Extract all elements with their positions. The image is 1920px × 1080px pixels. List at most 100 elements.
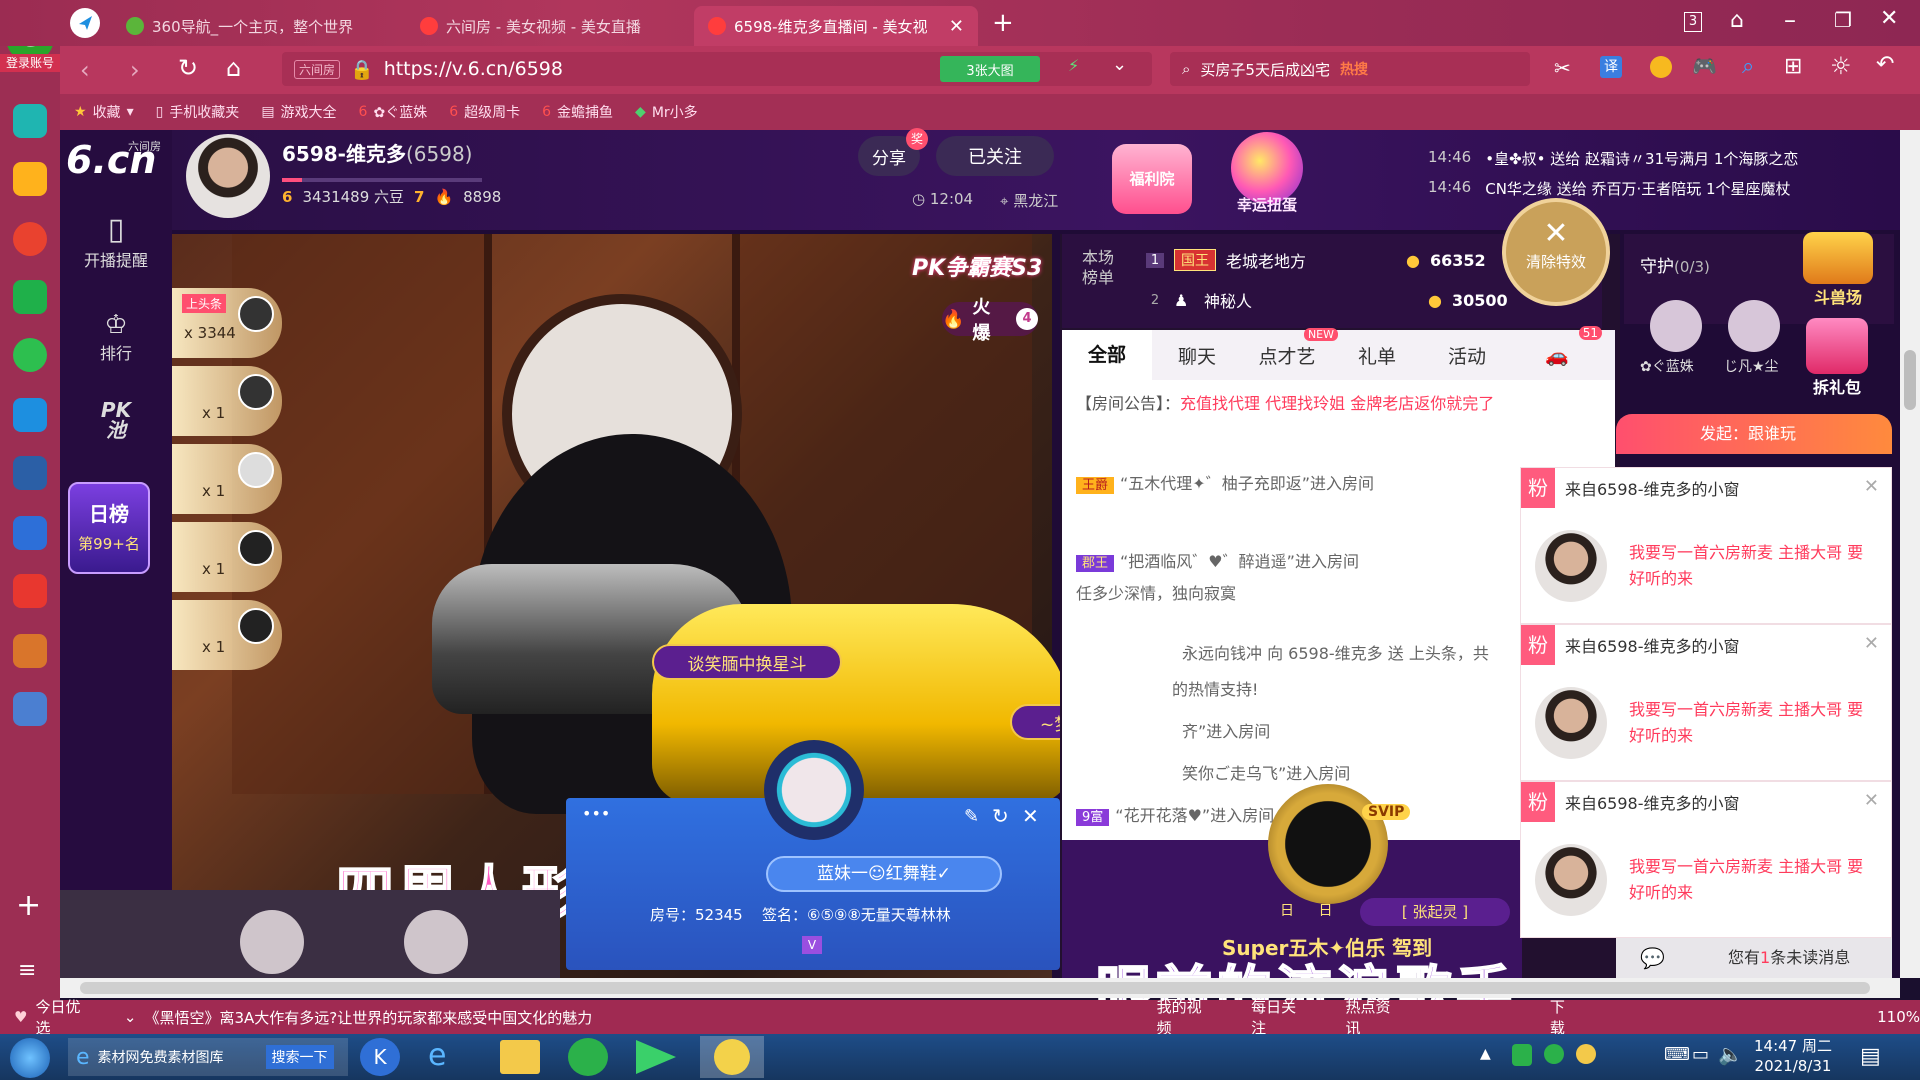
avatar[interactable] (240, 910, 304, 974)
player-icon[interactable] (636, 1040, 676, 1074)
close-tab-icon[interactable]: ✕ (949, 16, 964, 37)
guard-title[interactable]: 守护(0/3) (1640, 252, 1710, 277)
menu-icon[interactable]: ≡ (18, 958, 36, 983)
gifter-avatar[interactable] (238, 530, 274, 566)
avatar[interactable] (1650, 300, 1702, 352)
close-window-icon[interactable]: ✕ (1880, 6, 1898, 31)
refresh-icon[interactable]: ↻ (178, 54, 198, 82)
launch-bar[interactable]: 发起：跟谁玩 (1616, 414, 1892, 454)
red-app-icon[interactable] (13, 574, 47, 608)
clear-effects-button[interactable]: ✕ 清除特效 (1502, 198, 1610, 306)
mail-icon[interactable] (13, 280, 47, 314)
ranking-row[interactable]: 2 ♟ 神秘人 ● 30500 (1146, 288, 1508, 312)
unread-bar[interactable]: 💬 您有1条未读消息 (1616, 938, 1892, 978)
taskbar-item[interactable]: e 素材网免费素材图库 搜索一下 (68, 1038, 348, 1076)
plus-app-icon[interactable] (13, 104, 47, 138)
scroll-thumb[interactable] (80, 982, 1870, 994)
gifter-avatar[interactable] (238, 296, 274, 332)
private-message-card[interactable]: 粉来自6598-维克多的小窗 ✕ 我要写一首六房新麦 主播大哥 要好听的来 (1520, 467, 1892, 624)
translate-icon[interactable]: 译 (1600, 56, 1622, 78)
nav-pk-pool[interactable]: PK池 (60, 400, 172, 440)
daily-rank-badge[interactable]: 日榜 第99+名 (68, 482, 150, 574)
hot-badge[interactable]: 🔥 火爆 4 (942, 297, 1038, 344)
tray-360-icon[interactable] (1544, 1044, 1564, 1064)
p-app-icon[interactable] (13, 398, 47, 432)
magnifier-icon[interactable]: ⌕ (1742, 54, 1754, 79)
gifter-avatar[interactable] (238, 374, 274, 410)
360-browser-icon[interactable] (568, 1038, 608, 1076)
gifter-avatar[interactable] (238, 452, 274, 488)
volume-icon[interactable]: 🔈 (1718, 1042, 1743, 1066)
forward-icon[interactable]: › (130, 56, 140, 84)
share-button[interactable]: 分享 奖 (858, 128, 928, 176)
character-app-icon[interactable] (13, 634, 47, 668)
edit-icon[interactable]: ✎ (964, 806, 979, 827)
ie-icon[interactable]: e (428, 1038, 446, 1073)
bookmark-mrxiaoduo[interactable]: ◆ Mr小多 (635, 102, 698, 122)
ranking-row[interactable]: 1 国王 老城老地方 ● 66352 (1146, 248, 1486, 272)
private-message-card[interactable]: 粉来自6598-维克多的小窗 ✕ 我要写一首六房新麦 主播大哥 要好听的来 (1520, 624, 1892, 781)
chevron-down-icon[interactable]: ⌄ (124, 1008, 137, 1026)
back-icon[interactable]: ‹ (80, 56, 90, 84)
tab-activity[interactable]: 活动 (1422, 342, 1512, 369)
tray-plus-icon[interactable] (1576, 1044, 1596, 1064)
game-app-icon[interactable] (13, 456, 47, 490)
pk-season-badge[interactable]: PK争霸赛S3 (912, 250, 1042, 282)
tray-expand-icon[interactable]: ▲ (1480, 1046, 1491, 1062)
bookmark-favorites[interactable]: ★ 收藏 ▾ (74, 102, 134, 122)
tab-360-home[interactable]: 360导航_一个主页，整个世界 (112, 6, 402, 46)
weibo-icon[interactable] (13, 222, 47, 256)
search-box[interactable]: ⌕ 买房子5天后成凶宅 热搜 (1170, 52, 1530, 86)
navigator-icon[interactable] (70, 8, 100, 38)
shield-icon[interactable] (1512, 1044, 1532, 1066)
close-icon[interactable]: ✕ (1864, 790, 1879, 811)
bookmark-games[interactable]: ▤ 游戏大全 (261, 102, 336, 122)
network-icon[interactable]: ⌨ (1664, 1044, 1690, 1065)
scissors-icon[interactable]: ✂ (1554, 56, 1571, 80)
word-doc-icon[interactable] (13, 516, 47, 550)
grid-icon[interactable]: ⊞ (1784, 54, 1802, 79)
gift-pack-button[interactable]: 拆礼包 (1792, 318, 1882, 408)
tab-6cn-home[interactable]: 六间房 - 美女视频 - 美女直播 (406, 6, 690, 46)
bookmark-mobile[interactable]: ▯ 手机收藏夹 (156, 102, 240, 122)
follow-button[interactable]: 已关注 (936, 136, 1054, 176)
close-icon[interactable]: ✕ (1864, 633, 1879, 654)
lightning-icon[interactable]: ⚡ (1068, 56, 1079, 75)
lucky-capsule-button[interactable]: 幸运扭蛋 (1224, 132, 1310, 226)
taskbar-item-active[interactable] (700, 1036, 764, 1078)
avatar[interactable] (1728, 300, 1780, 352)
avatar[interactable] (404, 910, 468, 974)
close-icon[interactable]: ✕ (1864, 476, 1879, 497)
refresh-icon[interactable]: ↻ (992, 804, 1009, 828)
shirt-skin-icon[interactable]: ⌂ (1730, 8, 1744, 33)
window-counter[interactable]: 3 (1684, 12, 1702, 32)
zoom-level[interactable]: 110% (1877, 1008, 1920, 1026)
horizontal-scrollbar[interactable] (60, 978, 1900, 998)
undo-icon[interactable]: ↶ (1876, 52, 1894, 77)
gamepad-icon[interactable]: 🎮 (1692, 54, 1717, 78)
gifter-avatar[interactable] (238, 608, 274, 644)
minimize-icon[interactable]: – (1784, 6, 1796, 34)
bookmark-lanshu[interactable]: 6 ✿ぐ蓝姝 (359, 102, 428, 122)
city-app-icon[interactable] (13, 692, 47, 726)
link-icon[interactable] (13, 338, 47, 372)
clock[interactable]: 14:47 周二 2021/8/31 (1754, 1036, 1832, 1076)
close-icon[interactable]: ✕ (1022, 804, 1039, 828)
folder-icon[interactable] (500, 1040, 540, 1074)
brightness-icon[interactable]: ☼ (1830, 52, 1852, 80)
home-icon[interactable]: ⌂ (226, 54, 241, 82)
notification-center-icon[interactable]: ▤ (1860, 1044, 1881, 1069)
nav-ranking[interactable]: ♔ 排行 (60, 310, 172, 364)
k-app-icon[interactable]: K (360, 1038, 400, 1076)
dropdown-chevron-icon[interactable]: ⌄ (1112, 54, 1127, 75)
news-ticker[interactable]: 《黑悟空》离3A大作有多远?让世界的玩家都来感受中国文化的魅力 (144, 1007, 706, 1028)
bookmark-fishing[interactable]: 6 金蟾捕鱼 (542, 102, 613, 122)
more-icon[interactable]: ••• (582, 804, 610, 823)
tab-6598-room[interactable]: 6598-维克多直播间 - 美女视 ✕ (694, 6, 978, 46)
tab-gift-list[interactable]: 礼单 (1332, 342, 1422, 369)
new-tab-icon[interactable]: + (992, 8, 1014, 38)
start-button-icon[interactable] (10, 1038, 50, 1078)
login-button[interactable]: 登录账号 (0, 54, 60, 72)
url-field[interactable]: 六间房 🔒 https://v.6.cn/6598 3张大图 ⚡ ⌄ (282, 52, 1152, 86)
arena-button[interactable]: 斗兽场 (1790, 232, 1886, 310)
